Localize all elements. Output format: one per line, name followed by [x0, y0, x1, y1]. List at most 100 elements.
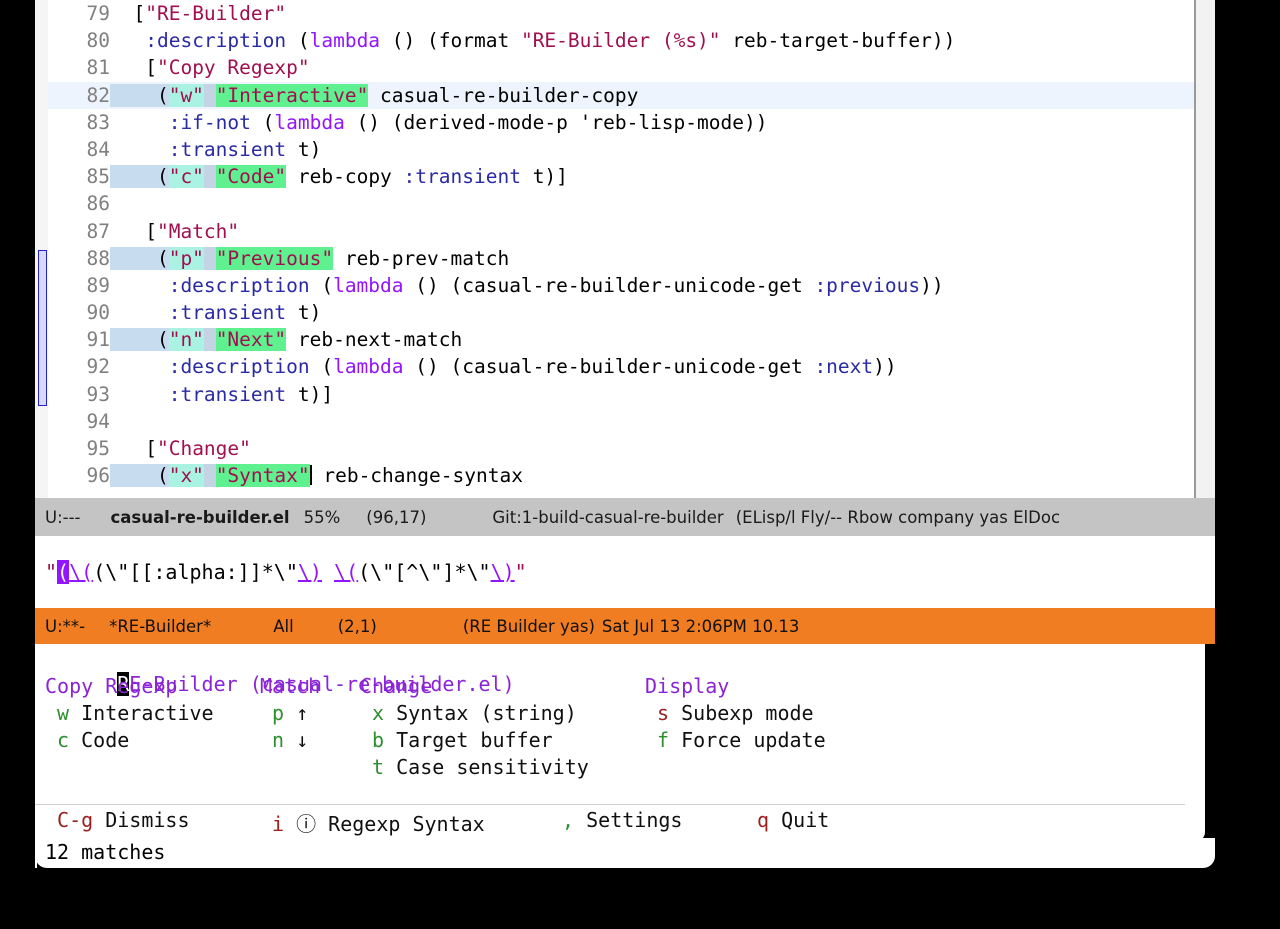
transient-item[interactable]: x Syntax (string)	[360, 701, 589, 728]
code-line[interactable]: 87 ["Match"	[48, 218, 1215, 245]
code-token: () (derived-mode-p 'reb-lisp-mode))	[344, 110, 768, 134]
code-line[interactable]: 92 :description (lambda () (casual-re-bu…	[48, 353, 1215, 380]
code-line[interactable]: 85 ("c" "Code" reb-copy :transient t)]	[48, 163, 1215, 190]
code-line[interactable]: 93 :transient t)]	[48, 381, 1215, 408]
code-line[interactable]: 80 :description (lambda () (format "RE-B…	[48, 27, 1215, 54]
code-token: (	[110, 165, 169, 189]
code-token: :transient	[168, 137, 287, 161]
line-number: 87	[86, 219, 110, 243]
mode-line-re-builder[interactable]: U:**- *RE-Builder* All (2,1) (RE Builder…	[35, 608, 1215, 644]
emacs-frame: 79 ["RE-Builder" 80 :description (lambda …	[0, 0, 1280, 929]
code-token: (	[309, 355, 334, 379]
transient-separator	[35, 804, 1185, 805]
transient-footer-key: q	[745, 808, 782, 832]
line-number: 84	[86, 137, 110, 161]
code-token: casual-re-builder-copy	[368, 83, 639, 107]
code-line[interactable]: 83 :if-not (lambda () (derived-mode-p 'r…	[48, 109, 1215, 136]
line-number: 93	[86, 382, 110, 406]
transient-item-label: Code	[81, 728, 130, 752]
code-token: (	[286, 29, 310, 53]
reb-mode-line-buffer-name: *RE-Builder*	[109, 616, 212, 636]
code-lines-container[interactable]: 79 ["RE-Builder" 80 :description (lambda …	[48, 0, 1215, 498]
mode-line-code-buffer[interactable]: U:--- casual-re-builder.el 55% (96,17) G…	[35, 498, 1215, 536]
code-line[interactable]: 89 :description (lambda () (casual-re-bu…	[48, 272, 1215, 299]
line-number: 83	[86, 110, 110, 134]
code-token: "Change"	[156, 437, 251, 460]
code-line[interactable]: 96 ("x" "Syntax" reb-change-syntax	[48, 462, 1215, 489]
code-buffer-window[interactable]: 79 ["RE-Builder" 80 :description (lambda …	[35, 0, 1215, 498]
transient-item-key: x	[360, 701, 397, 725]
reb-mode-line-flags: U:**-	[45, 616, 86, 636]
code-line[interactable]: 84 :transient t)	[48, 136, 1215, 163]
code-gutter	[35, 0, 48, 498]
transient-item[interactable]: p ↑	[260, 701, 320, 728]
code-token: t)	[286, 137, 322, 161]
code-token: "Previous"	[215, 246, 334, 270]
line-number: 94	[86, 409, 110, 433]
transient-item[interactable]: n ↓	[260, 728, 320, 755]
regexp-token: \(	[69, 560, 94, 584]
code-token: (	[110, 328, 169, 352]
mode-line-modes[interactable]: (ELisp/l Fly/-- Rbow company yas ElDoc	[736, 508, 1060, 527]
regexp-text[interactable]: "(\((\"[[:alpha:]]*\"\) \((\"[^\"]*\"\)"	[45, 560, 527, 584]
code-token: "Match"	[156, 219, 240, 243]
echo-message: 12 matches	[45, 840, 166, 864]
code-line[interactable]: 95 ["Change"	[48, 435, 1215, 462]
transient-footer-item[interactable]: C-g Dismiss	[45, 808, 189, 832]
vertical-scrollbar[interactable]	[1194, 0, 1196, 498]
code-token: () (format	[380, 29, 521, 53]
code-token: lambda	[274, 110, 345, 134]
transient-item-key: f	[645, 728, 682, 752]
code-token	[203, 464, 216, 488]
line-number: 80	[86, 29, 110, 53]
reb-mode-line-position: (2,1)	[337, 616, 377, 636]
transient-item-label: ↑	[296, 701, 309, 725]
code-token: "Code"	[215, 165, 287, 189]
transient-item[interactable]: c Code	[45, 728, 214, 755]
code-line[interactable]: 90 :transient t)	[48, 299, 1215, 326]
line-number: 92	[86, 355, 110, 379]
reb-mode-line-modes[interactable]: (RE Builder yas)	[463, 617, 595, 636]
code-line[interactable]: 86	[48, 190, 1215, 217]
transient-item[interactable]: f Force update	[645, 728, 826, 755]
transient-item[interactable]: t Case sensitivity	[360, 755, 589, 782]
echo-area: 12 matches	[35, 838, 1215, 868]
transient-group-header: Copy Regexp	[45, 674, 178, 698]
code-line[interactable]: 91 ("n" "Next" reb-next-match	[48, 326, 1215, 353]
mode-line-percent: 55%	[303, 507, 341, 527]
line-number: 85	[86, 165, 110, 189]
transient-menu-panel[interactable]: RE-Builder (casual-re-builder.el) Copy R…	[35, 644, 1205, 842]
transient-item-key: w	[45, 701, 82, 725]
transient-footer-item[interactable]: q Quit	[745, 808, 829, 832]
transient-group-header: Change	[360, 674, 433, 698]
code-line[interactable]: 94	[48, 408, 1215, 435]
code-token	[203, 165, 216, 189]
code-line[interactable]: 79 ["RE-Builder"	[48, 0, 1215, 27]
code-token: :description	[168, 355, 310, 379]
code-token: "RE-Builder (%s)"	[520, 29, 721, 53]
transient-item[interactable]: b Target buffer	[360, 728, 589, 755]
code-token: reb-prev-match	[333, 246, 510, 270]
code-token: [	[110, 437, 157, 460]
code-token: (	[110, 83, 169, 107]
re-builder-buffer-window[interactable]: "(\((\"[[:alpha:]]*\"\) \((\"[^\"]*\"\)"	[35, 536, 1215, 608]
mode-line-vc[interactable]: Git:1-build-casual-re-builder	[492, 508, 723, 527]
code-token: lambda	[333, 273, 404, 297]
code-line[interactable]: 88 ("p" "Previous" reb-prev-match	[48, 245, 1215, 272]
code-token: :previous	[814, 273, 921, 297]
code-line[interactable]: 82 ("w" "Interactive" casual-re-builder-…	[48, 81, 1215, 109]
transient-item-label: Target buffer	[396, 728, 553, 752]
transient-footer-item[interactable]: , Settings	[550, 808, 682, 832]
reb-mode-line-datetime: Sat Jul 13 2:06PM 10.13	[601, 616, 800, 636]
line-number: 79	[86, 2, 110, 25]
code-line[interactable]: 81 ["Copy Regexp"	[48, 54, 1215, 81]
transient-item[interactable]: w Interactive	[45, 701, 214, 728]
code-token: "n"	[168, 328, 204, 352]
transient-item-key: n	[260, 728, 297, 752]
transient-item-key: c	[45, 728, 82, 752]
transient-footer-item[interactable]: i ⓘ Regexp Syntax	[260, 808, 485, 837]
transient-item[interactable]: s Subexp mode	[645, 701, 826, 728]
